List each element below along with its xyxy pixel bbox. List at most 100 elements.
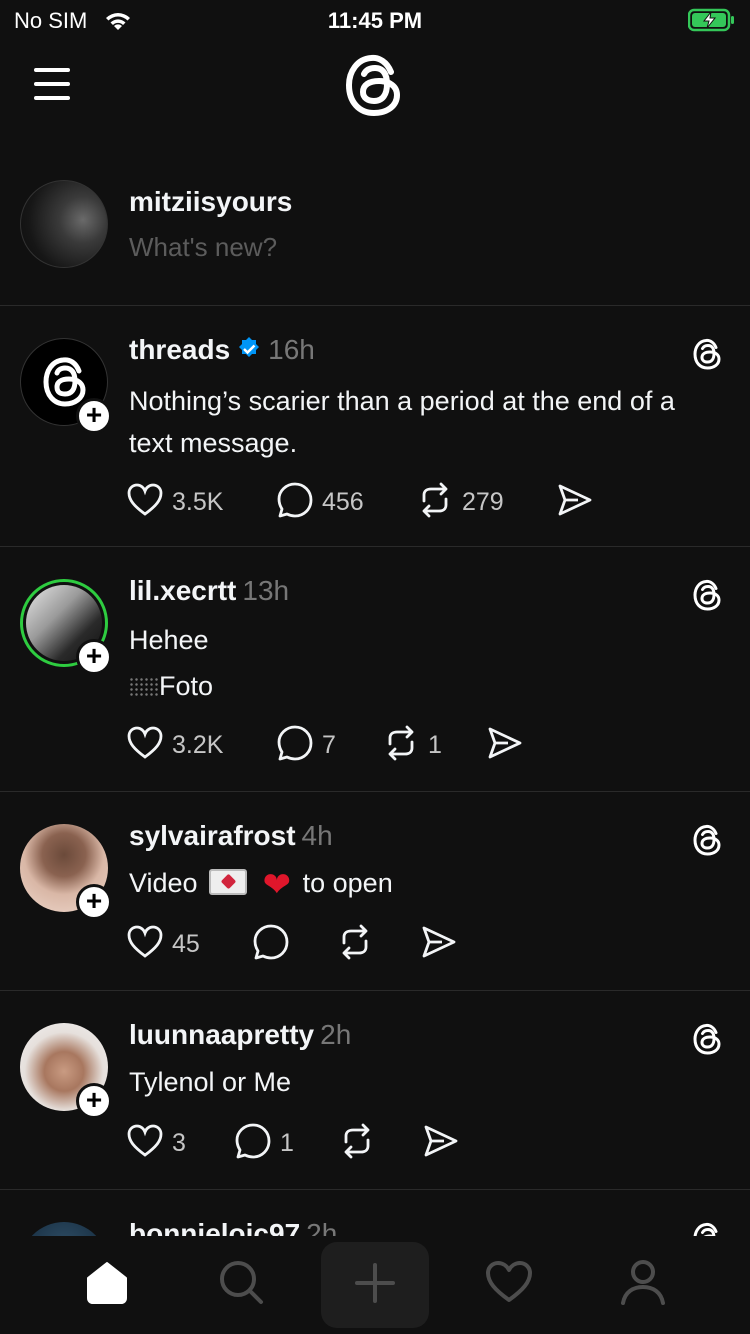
menu-icon[interactable] [34,68,78,100]
follow-button[interactable]: + [76,884,112,920]
red-heart-icon: ❤ [262,866,292,904]
avatar[interactable]: + [20,1023,112,1119]
reply-icon [276,481,314,524]
reply-count: 7 [322,730,336,759]
threads-logo-icon[interactable] [692,577,724,613]
post-time: 4h [301,820,333,851]
like-button[interactable]: 3.2K [126,723,223,767]
avatar[interactable] [20,180,108,268]
new-post-composer[interactable]: mitziisyours What's new? [0,168,750,306]
avatar-photo [20,1222,108,1236]
follow-button[interactable]: + [76,1083,112,1119]
reply-count: 456 [322,487,364,516]
reply-button[interactable]: 456 [276,480,364,524]
post-text-line: Foto [129,663,719,709]
heart-icon [126,725,164,766]
post-text: Hehee Foto [129,617,719,709]
share-button[interactable] [486,723,524,767]
clock: 11:45 PM [327,8,423,33]
nav-search[interactable] [201,1252,281,1316]
profile-icon [620,1258,666,1311]
bottom-nav [0,1236,750,1334]
top-bar [0,40,750,140]
follow-button[interactable]: + [76,398,112,434]
nav-home[interactable] [67,1252,147,1316]
battery-charging-icon [687,8,736,37]
repost-button[interactable] [336,922,374,966]
repost-button[interactable]: 1 [382,723,442,767]
share-button[interactable] [422,1121,460,1165]
post-actions: 3.2K 7 1 [126,723,546,767]
nav-compose[interactable] [321,1242,429,1328]
post-username[interactable]: sylvairafrost [129,820,296,851]
repost-button[interactable]: 279 [416,480,504,524]
list-item[interactable]: + threads 16h Nothing’s scarier than a pe… [0,306,750,547]
share-icon [486,725,524,766]
post-username[interactable]: threads [129,334,230,365]
avatar[interactable] [20,1222,108,1236]
heart-icon [126,482,164,523]
threads-logo-icon[interactable] [692,1220,724,1236]
like-button[interactable]: 3.5K [126,480,223,524]
repost-icon [416,481,454,524]
post-username[interactable]: lil.xecrtt [129,575,236,606]
nav-profile[interactable] [603,1252,683,1316]
post-header: threads 16h [129,334,315,369]
avatar[interactable]: + [20,338,112,434]
list-item[interactable]: bonnieloic97 2h [0,1190,750,1236]
composer-prompt[interactable]: What's new? [129,232,277,263]
share-button[interactable] [556,480,594,524]
heart-icon [126,924,164,965]
like-button[interactable]: 45 [126,922,200,966]
heart-icon [126,1123,164,1164]
like-count: 3.2K [172,730,224,759]
post-time: 16h [268,334,315,365]
threads-logo-icon[interactable] [692,822,724,858]
like-count: 45 [172,929,200,958]
list-item[interactable]: + sylvairafrost 4h Video ❤ to open 45 [0,792,750,991]
threads-logo-icon[interactable] [692,336,724,372]
repost-icon [336,923,374,966]
repost-button[interactable] [338,1121,376,1165]
reply-count: 1 [280,1128,294,1157]
share-icon [422,1123,460,1164]
reply-icon [234,1122,272,1165]
post-time: 13h [242,575,290,606]
post-username[interactable]: bonnieloic97 [129,1218,300,1236]
status-bar: No SIM 11:45 PM [0,0,750,40]
threads-logo-icon[interactable] [692,1021,724,1057]
like-count: 3 [172,1128,186,1157]
list-item[interactable]: + luunnaapretty 2h Tylenol or Me 3 1 [0,991,750,1190]
repost-icon [382,724,420,767]
post-text: Nothing’s scarier than a period at the e… [129,386,675,458]
post-header: sylvairafrost 4h [129,820,333,852]
share-button[interactable] [420,922,458,966]
reply-button[interactable] [252,922,290,966]
love-letter-icon [209,869,248,895]
compose-icon [353,1261,397,1310]
avatar[interactable]: + [20,579,112,675]
post-header: lil.xecrtt 13h [129,575,289,607]
search-icon [218,1259,264,1310]
share-icon [556,482,594,523]
post-text: Tylenol or Me [129,1067,292,1097]
reply-button[interactable]: 1 [234,1121,294,1165]
post-actions: 3 1 [126,1121,466,1165]
list-item[interactable]: + lil.xecrtt 13h Hehee Foto 3.2K 7 1 [0,547,750,792]
post-header: bonnieloic97 2h [129,1218,337,1236]
avatar[interactable]: + [20,824,112,920]
composer-username: mitziisyours [129,186,293,217]
repost-icon [338,1122,376,1165]
post-header: luunnaapretty 2h [129,1019,351,1051]
post-text-word: to open [302,868,393,898]
nav-activity[interactable] [469,1252,549,1316]
post-username[interactable]: luunnaapretty [129,1019,314,1050]
post-text-word: Foto [159,671,214,701]
follow-button[interactable]: + [76,639,112,675]
home-icon [84,1260,130,1309]
reply-icon [252,923,290,966]
post-actions: 3.5K 456 279 [126,480,626,524]
threads-logo-icon[interactable] [343,50,407,120]
like-button[interactable]: 3 [126,1121,186,1165]
reply-button[interactable]: 7 [276,723,336,767]
